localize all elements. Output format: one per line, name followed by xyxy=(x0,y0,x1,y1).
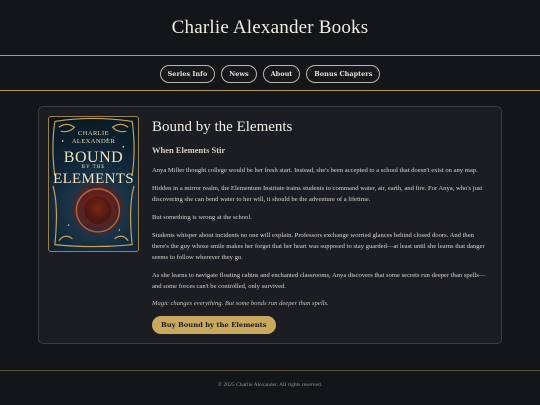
site-header: Charlie Alexander Books xyxy=(0,0,540,56)
nav-bonus-chapters[interactable]: Bonus Chapters xyxy=(306,65,381,83)
site-title: Charlie Alexander Books xyxy=(171,16,369,38)
cover-title-line2: BY THE xyxy=(81,165,106,170)
cover-title-line3: ELEMENTS xyxy=(53,171,134,187)
book-description-paragraph: But something is wrong at the school. xyxy=(152,214,252,221)
nav-about[interactable]: About xyxy=(262,65,301,83)
book-description-paragraph: Students whisper about incidents no one … xyxy=(152,232,485,261)
footer-divider xyxy=(0,370,540,371)
nav-news[interactable]: News xyxy=(221,65,257,83)
book-subtitle: When Elements Stir xyxy=(152,145,226,155)
book-cover-image: CHARLIE ALEXANDER BOUND BY THE ELEMENTS xyxy=(48,116,139,252)
footer-copyright: © 2025 Charlie Alexander. All rights res… xyxy=(217,382,323,388)
book-details: Bound by the Elements When Elements Stir… xyxy=(152,116,492,334)
book-card: CHARLIE ALEXANDER BOUND BY THE ELEMENTS … xyxy=(38,106,502,344)
book-tagline: Magic changes everything. But some bonds… xyxy=(152,300,329,307)
book-description-paragraph: Hidden in a mirror realm, the Elementum … xyxy=(152,185,483,203)
book-title: Bound by the Elements xyxy=(152,119,293,135)
book-description-paragraph: Anya Miller thought college would be her… xyxy=(152,167,478,174)
nav-series-info[interactable]: Series Info xyxy=(159,65,216,83)
buy-book-button[interactable]: Buy Bound by the Elements xyxy=(152,316,276,334)
book-description-paragraph: As she learns to navigate floating cabin… xyxy=(152,272,486,290)
main-nav: Series Info News About Bonus Chapters xyxy=(0,58,540,91)
cover-author: CHARLIE ALEXANDER xyxy=(71,130,116,145)
